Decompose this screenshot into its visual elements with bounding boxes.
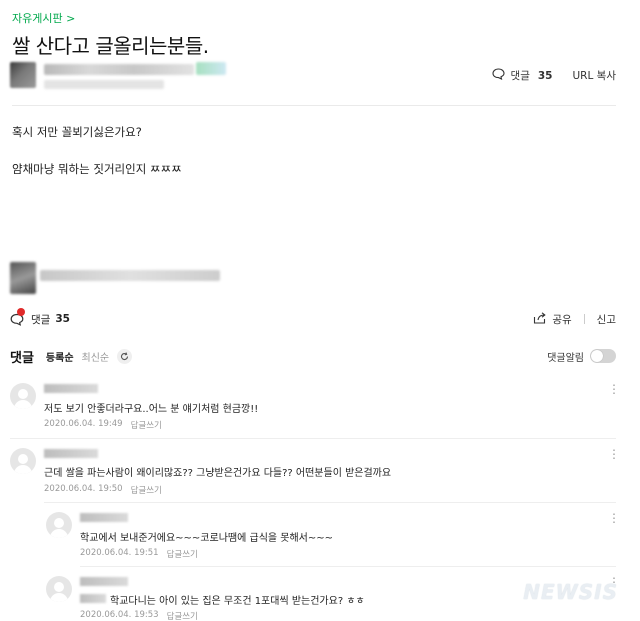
comment-text: 저도 보기 안좋더라구요..어느 분 얘기처럼 현금깡!! bbox=[44, 404, 259, 415]
comment-meta: 2020.06.04. 19:53 답글쓰기 bbox=[80, 610, 198, 621]
speech-bubble-icon[interactable] bbox=[491, 68, 505, 83]
comment-toggle[interactable]: 댓글 35 bbox=[10, 308, 70, 327]
commenter-name-blurred[interactable] bbox=[44, 384, 98, 393]
comment-meta: 2020.06.04. 19:51 답글쓰기 bbox=[80, 548, 198, 560]
board-link[interactable]: 자유게시판 > bbox=[12, 10, 75, 26]
sort-latest-button[interactable]: 최신순 bbox=[82, 349, 110, 364]
share-button[interactable]: 공유 bbox=[552, 312, 571, 327]
post-body-line-1: 혹시 저만 꼴뵈기싫은가요? bbox=[12, 125, 142, 139]
reply-button[interactable]: 답글쓰기 bbox=[131, 419, 162, 431]
url-copy-button[interactable]: URL 복사 bbox=[573, 68, 617, 83]
comment-date: 2020.06.04. 19:49 bbox=[44, 419, 123, 429]
author-meta-blurred bbox=[44, 80, 164, 89]
speech-bubble-icon bbox=[10, 308, 26, 326]
post-title: 쌀 산다고 글올리는분들. bbox=[12, 34, 209, 58]
bar-comment-count: 35 bbox=[55, 313, 70, 325]
author-name-blurred[interactable] bbox=[44, 64, 194, 75]
reply-button[interactable]: 답글쓰기 bbox=[167, 610, 198, 621]
top-comment-count: 35 bbox=[537, 69, 553, 82]
newsis-watermark: NEWSIS bbox=[523, 580, 618, 604]
comment-divider bbox=[10, 438, 616, 439]
avatar[interactable] bbox=[10, 448, 36, 474]
reply-button[interactable]: 답글쓰기 bbox=[167, 548, 198, 560]
sort-register-button[interactable]: 등록순 bbox=[46, 349, 74, 364]
post-body-line-2: 얌채마냥 뭐하는 짓거리인지 ㅉㅉㅉ bbox=[12, 162, 182, 176]
comment-alarm-toggle[interactable] bbox=[590, 349, 616, 363]
commenter-name-blurred[interactable] bbox=[80, 577, 128, 586]
post-top-actions: 댓글 35 URL 복사 bbox=[491, 68, 617, 83]
comment-divider bbox=[44, 502, 616, 503]
comment-date: 2020.06.04. 19:53 bbox=[80, 610, 159, 620]
bar-divider bbox=[583, 314, 585, 324]
bar-comment-label: 댓글 bbox=[31, 313, 51, 326]
comment-alarm-label: 댓글알림 bbox=[547, 352, 584, 364]
kebab-menu-icon[interactable]: ⋮ bbox=[608, 512, 620, 524]
comment-date: 2020.06.04. 19:50 bbox=[44, 484, 123, 494]
share-icon[interactable] bbox=[533, 311, 547, 327]
comment-date: 2020.06.04. 19:51 bbox=[80, 548, 159, 558]
refresh-icon[interactable] bbox=[117, 348, 133, 364]
header-divider bbox=[12, 105, 616, 106]
avatar[interactable] bbox=[10, 383, 36, 409]
comments-title: 댓글 bbox=[10, 350, 34, 366]
mention-blurred bbox=[80, 594, 106, 603]
reply-button[interactable]: 답글쓰기 bbox=[131, 484, 162, 496]
kebab-menu-icon[interactable]: ⋮ bbox=[608, 448, 620, 460]
profile-card-avatar-blurred[interactable] bbox=[10, 262, 36, 294]
comment-text: 근데 쌀을 파는사람이 왜이리많죠?? 그냥받은건가요 다들?? 어떤분들이 받… bbox=[44, 468, 392, 479]
author-avatar[interactable] bbox=[10, 62, 36, 88]
report-button[interactable]: 신고 bbox=[597, 312, 616, 327]
kebab-menu-icon[interactable]: ⋮ bbox=[608, 383, 620, 395]
reply-text: 학교다니는 아이 있는 집은 무조건 1포대씩 받는건가요? ㅎㅎ bbox=[110, 596, 365, 607]
avatar[interactable] bbox=[46, 512, 72, 538]
profile-card-name-blurred[interactable] bbox=[40, 270, 220, 281]
avatar[interactable] bbox=[46, 576, 72, 602]
comment-meta: 2020.06.04. 19:50 답글쓰기 bbox=[44, 484, 162, 496]
commenter-name-blurred[interactable] bbox=[80, 513, 128, 522]
commenter-name-blurred[interactable] bbox=[44, 449, 98, 458]
comment-meta: 2020.06.04. 19:49 답글쓰기 bbox=[44, 419, 162, 431]
author-badge-blurred bbox=[196, 62, 226, 75]
comment-divider bbox=[80, 566, 616, 567]
new-badge bbox=[17, 308, 25, 316]
top-comment-label[interactable]: 댓글 bbox=[511, 68, 530, 83]
reply-text: 학교에서 보내준거에요~~~코로나땜에 급식을 못해서~~~ bbox=[80, 533, 334, 544]
post-action-bar: 댓글 35 공유 신고 bbox=[10, 308, 616, 328]
comments-header: 댓글 등록순 최신순 댓글알림 bbox=[10, 347, 616, 366]
